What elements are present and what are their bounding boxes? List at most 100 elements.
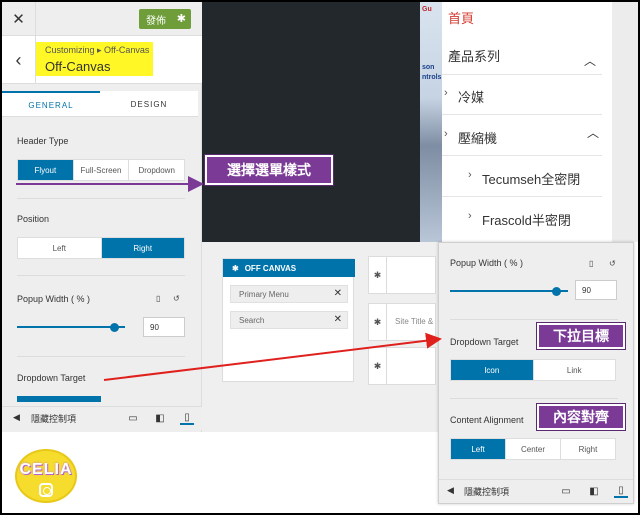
option-link[interactable]: Link (534, 360, 616, 380)
site-banner-strip: Gu son ntrols (420, 2, 442, 242)
popup-width-slider[interactable] (17, 322, 125, 332)
option-icon[interactable]: Icon (451, 360, 534, 380)
divider (17, 356, 185, 357)
offcanvas-menu: 首頁 產品系列 ︿ › 冷媒 › 壓縮機 ︿ › Tecumseh全密閉 › F… (442, 2, 612, 242)
customizer-footer: ◀ 隱藏控制項 ▭ ◧ ▯ (439, 479, 633, 503)
menu-item-home[interactable]: 首頁 (448, 8, 618, 27)
zoomed-settings-panel: Popup Width ( % ) ▯ ↺ 90 Dropdown Target… (438, 242, 634, 504)
screenshot-frame: ✕ 發佈 ✱ ‹ Customizing ▸ Off-Canvas Off-Ca… (0, 0, 640, 515)
customizer-panel: ✕ 發佈 ✱ ‹ Customizing ▸ Off-Canvas Off-Ca… (2, 2, 202, 432)
chevron-right-icon[interactable]: › (468, 169, 472, 181)
publish-button[interactable]: 發佈 ✱ (139, 9, 191, 29)
option-left[interactable]: Left (451, 439, 506, 459)
site-preview-backdrop (202, 2, 420, 242)
header-type-selector: Flyout Full-Screen Dropdown (17, 159, 185, 181)
collapse-icon[interactable]: ◀ (447, 485, 454, 496)
hide-controls-link[interactable]: 隱藏控制項 (464, 485, 509, 498)
desktop-icon[interactable]: ▭ (126, 411, 140, 425)
menu-item-refrigerant[interactable]: 冷媒 (458, 87, 484, 106)
option-center[interactable]: Center (506, 439, 561, 459)
popup-width-label: Popup Width ( % ) (450, 258, 524, 268)
slider-handle[interactable] (109, 322, 119, 332)
option-flyout[interactable]: Flyout (18, 160, 74, 180)
popup-width-input[interactable]: 90 (143, 317, 185, 337)
gear-icon[interactable]: ✱ (177, 12, 186, 25)
gear-icon[interactable]: ✱ (369, 257, 387, 293)
content-alignment-label: Content Alignment (450, 415, 524, 425)
chevron-up-icon[interactable]: ︿ (587, 124, 599, 141)
menu-row: › Tecumseh全密閉 (442, 157, 602, 197)
divider (17, 198, 185, 199)
publish-label: 發佈 (146, 15, 166, 27)
gear-icon[interactable]: ✱ (369, 348, 387, 384)
menu-row: › 壓縮機 ︿ (442, 116, 602, 156)
gear-icon[interactable]: ✱ (232, 264, 239, 273)
builder-item-search[interactable]: Search ✕ (230, 311, 348, 329)
offcanvas-builder-title: ✱ OFF CANVAS (223, 259, 355, 277)
menu-row: › Frascold半密閉 (442, 198, 602, 238)
popup-width-input[interactable]: 90 (575, 280, 617, 300)
instagram-icon (39, 483, 53, 497)
tablet-icon[interactable]: ◧ (587, 484, 601, 498)
banner-text: son (422, 64, 435, 71)
back-arrow-icon[interactable]: ‹ (2, 36, 36, 84)
position-label: Position (17, 214, 50, 224)
hide-controls-link[interactable]: 隱藏控制項 (31, 412, 76, 425)
option-full-screen[interactable]: Full-Screen (74, 160, 130, 180)
option-right[interactable]: Right (561, 439, 615, 459)
popup-width-slider[interactable] (450, 286, 568, 296)
tab-design[interactable]: DESIGN (100, 91, 198, 117)
preview-scroll-gutter (612, 2, 638, 242)
slider-handle[interactable] (551, 286, 561, 296)
menu-row: › 冷媒 (442, 75, 602, 115)
mobile-icon[interactable]: ▯ (156, 294, 160, 303)
chevron-right-icon[interactable]: › (468, 210, 472, 222)
tab-general[interactable]: GENERAL (2, 91, 100, 117)
menu-item-compressor[interactable]: 壓縮機 (458, 128, 497, 147)
option-dropdown[interactable]: Dropdown (129, 160, 184, 180)
dropdown-target-option-partial[interactable] (17, 396, 101, 402)
breadcrumb: Customizing ▸ Off-Canvas (45, 45, 150, 55)
dropdown-target-selector: Icon Link (450, 359, 616, 381)
builder-row: ✱ (368, 256, 436, 294)
watermark-text: CELIA (19, 461, 73, 478)
offcanvas-builder-panel: ✱ OFF CANVAS Primary Menu ✕ Search ✕ (222, 258, 355, 382)
gear-icon[interactable]: ✱ (369, 304, 387, 340)
dropdown-target-label: Dropdown Target (450, 337, 519, 347)
remove-icon[interactable]: ✕ (334, 314, 342, 325)
mobile-preview-icon[interactable]: ▯ (614, 484, 628, 498)
collapse-icon[interactable]: ◀ (13, 412, 20, 423)
divider (17, 275, 185, 276)
option-right[interactable]: Right (101, 238, 184, 258)
divider (450, 398, 618, 399)
menu-item-tecumseh[interactable]: Tecumseh全密閉 (482, 169, 580, 188)
mobile-icon[interactable]: ▯ (589, 259, 593, 268)
customizer-topbar: ✕ 發佈 ✱ (2, 2, 202, 36)
reset-icon[interactable]: ↺ (609, 259, 616, 268)
offcanvas-title-text: OFF CANVAS (244, 263, 297, 273)
callout-dropdown-target: 下拉目標 (536, 322, 626, 350)
section-header: ‹ Customizing ▸ Off-Canvas Off-Canvas (2, 36, 202, 84)
tablet-icon[interactable]: ◧ (153, 411, 167, 425)
tab-bar: GENERAL DESIGN (2, 91, 198, 117)
reset-icon[interactable]: ↺ (173, 294, 180, 303)
header-type-label: Header Type (17, 136, 69, 146)
popup-width-label: Popup Width ( % ) (17, 294, 91, 304)
builder-item-primary-menu[interactable]: Primary Menu ✕ (230, 285, 348, 303)
watermark-logo: CELIA (15, 449, 77, 503)
chevron-up-icon[interactable]: ︿ (584, 52, 596, 69)
close-icon[interactable]: ✕ (2, 2, 36, 36)
content-alignment-selector: Left Center Right (450, 438, 616, 460)
callout-select-style: 選擇選單樣式 (204, 154, 334, 186)
chevron-right-icon[interactable]: › (444, 87, 448, 99)
builder-item-label: Search (239, 315, 265, 325)
desktop-icon[interactable]: ▭ (559, 484, 573, 498)
chevron-right-icon[interactable]: › (444, 128, 448, 140)
remove-icon[interactable]: ✕ (334, 288, 342, 299)
builder-row: ✱ Site Title & (368, 303, 436, 341)
option-left[interactable]: Left (18, 238, 102, 258)
mobile-preview-icon[interactable]: ▯ (180, 411, 194, 425)
builder-item-site-title[interactable]: Site Title & (395, 317, 433, 326)
menu-item-frascold[interactable]: Frascold半密閉 (482, 210, 571, 229)
section-title: Off-Canvas (45, 59, 111, 74)
